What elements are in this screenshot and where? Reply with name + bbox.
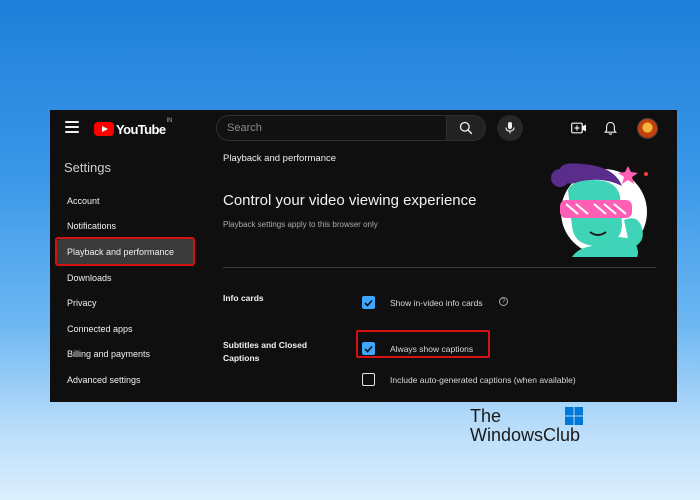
thewindowsclub-watermark: The WindowsClub <box>470 405 590 447</box>
sidebar-item-playback-and-performance[interactable]: Playback and performance <box>57 239 194 265</box>
youtube-logo[interactable]: YouTube IN <box>94 118 173 138</box>
auto-generated-captions-checkbox[interactable] <box>362 373 375 386</box>
bell-icon <box>603 121 617 135</box>
settings-heading: Settings <box>64 160 111 175</box>
sidebar-item-notifications[interactable]: Notifications <box>57 213 194 239</box>
create-video-icon <box>571 122 586 134</box>
page-title: Control your video viewing experience <box>223 192 477 209</box>
captions-label: Subtitles and Closed Captions <box>223 339 323 364</box>
youtube-play-icon <box>94 122 114 136</box>
info-cards-label: Info cards <box>223 293 264 303</box>
search-button[interactable] <box>446 115 486 141</box>
always-show-captions-label: Always show captions <box>390 344 474 354</box>
windows-logo-icon <box>565 407 583 425</box>
checkmark-icon <box>364 299 373 307</box>
sidebar-item-downloads[interactable]: Downloads <box>57 265 194 291</box>
sidebar-item-privacy[interactable]: Privacy <box>57 290 194 316</box>
menu-icon[interactable] <box>65 121 79 133</box>
top-bar: YouTube IN <box>50 110 677 146</box>
sidebar-item-connected-apps[interactable]: Connected apps <box>57 316 194 342</box>
checkmark-icon <box>364 345 373 353</box>
sidebar-item-account[interactable]: Account <box>57 188 194 214</box>
always-show-captions-checkbox[interactable] <box>362 342 375 355</box>
page-subtitle: Playback settings apply to this browser … <box>223 220 378 229</box>
info-cards-checkbox[interactable] <box>362 296 375 309</box>
search-input[interactable] <box>227 122 446 134</box>
watermark-line2: WindowsClub <box>470 425 581 445</box>
captions-label-line2: Captions <box>223 352 260 363</box>
logo-text: YouTube <box>116 121 166 137</box>
section-title: Playback and performance <box>223 153 337 164</box>
mic-icon <box>505 122 515 134</box>
sidebar-item-advanced-settings[interactable]: Advanced settings <box>57 367 194 393</box>
person-with-glasses-illustration <box>551 163 648 257</box>
watermark-line1: The <box>470 406 502 426</box>
search-icon <box>459 121 473 135</box>
notifications-button[interactable] <box>601 119 619 137</box>
search-box[interactable] <box>216 115 446 141</box>
logo-region: IN <box>166 118 173 124</box>
help-icon[interactable]: ? <box>499 297 508 306</box>
youtube-settings-window: YouTube IN Search Settings Account Notif… <box>50 110 677 402</box>
divider <box>223 267 656 268</box>
info-cards-option-label: Show in-video info cards <box>390 298 483 308</box>
sidebar-item-billing-and-payments[interactable]: Billing and payments <box>57 341 194 367</box>
auto-generated-captions-label: Include auto-generated captions (when av… <box>390 375 576 385</box>
captions-label-line1: Subtitles and Closed <box>223 340 308 350</box>
voice-search-button[interactable] <box>497 115 523 141</box>
avatar[interactable] <box>637 118 658 139</box>
create-button[interactable] <box>570 119 588 137</box>
